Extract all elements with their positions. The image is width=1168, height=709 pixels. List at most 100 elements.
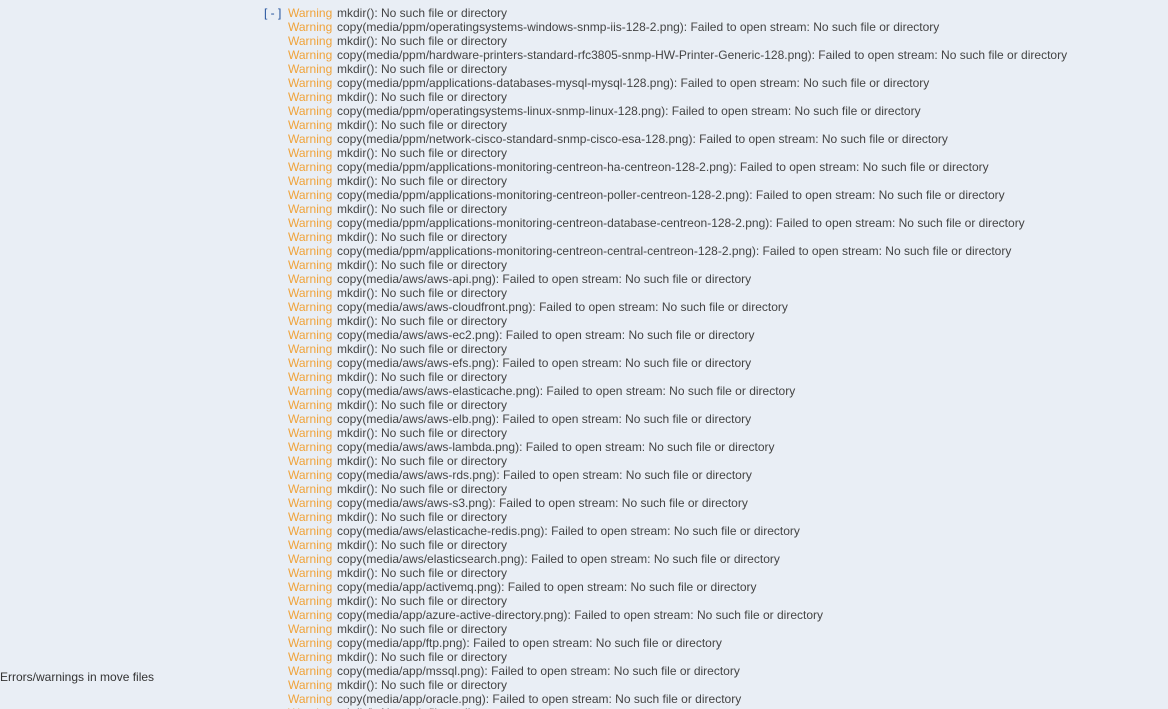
warning-line: Warning mkdir(): No such file or director… [288, 286, 1168, 300]
warning-message: mkdir(): No such file or directory [337, 622, 508, 636]
warning-line: Warning mkdir(): No such file or director… [288, 62, 1168, 76]
warning-level: Warning [288, 314, 333, 328]
warning-message: mkdir(): No such file or directory [337, 146, 508, 160]
warning-line: Warning copy(media/app/azure-active-direc… [288, 608, 1168, 622]
warning-line: Warning mkdir(): No such file or director… [288, 566, 1168, 580]
warning-level: Warning [288, 356, 333, 370]
warning-line: Warning copy(media/aws/aws-rds.png): Fail… [288, 468, 1168, 482]
warning-line: Warning mkdir(): No such file or director… [288, 314, 1168, 328]
warning-level: Warning [288, 132, 333, 146]
warning-line: Warning copy(media/aws/aws-efs.png): Fail… [288, 356, 1168, 370]
warning-level: Warning [288, 48, 333, 62]
warning-message: copy(media/app/activemq.png): Failed to … [337, 580, 757, 594]
warning-message: copy(media/ppm/operatingsystems-windows-… [337, 20, 940, 34]
warning-level: Warning [288, 258, 333, 272]
warning-line: Warning mkdir(): No such file or director… [288, 482, 1168, 496]
warning-level: Warning [288, 188, 333, 202]
warning-message: copy(media/aws/elasticsearch.png): Faile… [337, 552, 780, 566]
warning-level: Warning [288, 384, 333, 398]
warning-line: Warning copy(media/aws/aws-ec2.png): Fail… [288, 328, 1168, 342]
warning-message: copy(media/app/mssql.png): Failed to ope… [337, 664, 740, 678]
warning-level: Warning [288, 440, 333, 454]
warning-level: Warning [288, 664, 333, 678]
warning-message: copy(media/aws/aws-efs.png): Failed to o… [337, 356, 752, 370]
warning-message: copy(media/aws/aws-elasticache.png): Fai… [337, 384, 796, 398]
warning-message: mkdir(): No such file or directory [337, 650, 508, 664]
warning-level: Warning [288, 202, 333, 216]
warning-level: Warning [288, 510, 333, 524]
warning-line: Warning copy(media/aws/aws-cloudfront.png… [288, 300, 1168, 314]
warning-message: mkdir(): No such file or directory [337, 286, 508, 300]
warning-message: mkdir(): No such file or directory [337, 398, 508, 412]
warning-line: Warning copy(media/aws/aws-elasticache.pn… [288, 384, 1168, 398]
warning-message: mkdir(): No such file or directory [337, 258, 508, 272]
warning-level: Warning [288, 580, 333, 594]
warning-line: Warning copy(media/aws/aws-elb.png): Fail… [288, 412, 1168, 426]
warning-level: Warning [288, 286, 333, 300]
warning-level: Warning [288, 566, 333, 580]
warning-level: Warning [288, 328, 333, 342]
warning-level: Warning [288, 300, 333, 314]
warning-message: mkdir(): No such file or directory [337, 202, 508, 216]
warning-line: Warning mkdir(): No such file or director… [288, 650, 1168, 664]
warning-line: Warning mkdir(): No such file or director… [288, 454, 1168, 468]
warning-message: mkdir(): No such file or directory [337, 566, 508, 580]
warning-level: Warning [288, 650, 333, 664]
warning-level: Warning [288, 342, 333, 356]
warning-level: Warning [288, 20, 333, 34]
warning-message: mkdir(): No such file or directory [337, 594, 508, 608]
warning-line: Warning mkdir(): No such file or director… [288, 202, 1168, 216]
warning-line: Warning mkdir(): No such file or director… [288, 146, 1168, 160]
warning-message: copy(media/aws/aws-s3.png): Failed to op… [337, 496, 748, 510]
warning-message: mkdir(): No such file or directory [337, 230, 508, 244]
warning-message: mkdir(): No such file or directory [337, 678, 508, 692]
warning-message: copy(media/ppm/applications-monitoring-c… [337, 188, 1005, 202]
warning-line: Warning mkdir(): No such file or director… [288, 90, 1168, 104]
warning-level: Warning [288, 692, 333, 706]
warning-message: copy(media/ppm/applications-monitoring-c… [337, 244, 1012, 258]
warning-line: Warning mkdir(): No such file or director… [288, 34, 1168, 48]
warning-level: Warning [288, 454, 333, 468]
warning-level: Warning [288, 62, 333, 76]
warning-line: Warning copy(media/ppm/operatingsystems-l… [288, 104, 1168, 118]
warning-line: Warning copy(media/app/oracle.png): Faile… [288, 692, 1168, 706]
warning-message: mkdir(): No such file or directory [337, 454, 508, 468]
warning-level: Warning [288, 594, 333, 608]
warning-level: Warning [288, 370, 333, 384]
warning-level: Warning [288, 230, 333, 244]
collapse-toggle[interactable]: [ - ] [264, 6, 281, 20]
warning-message: mkdir(): No such file or directory [337, 118, 508, 132]
warning-level: Warning [288, 622, 333, 636]
warning-line: Warning copy(media/aws/aws-s3.png): Faile… [288, 496, 1168, 510]
warning-message: mkdir(): No such file or directory [337, 538, 508, 552]
warning-message: mkdir(): No such file or directory [337, 90, 508, 104]
warning-line: Warning copy(media/ppm/operatingsystems-w… [288, 20, 1168, 34]
warning-message: copy(media/aws/aws-elb.png): Failed to o… [337, 412, 752, 426]
warning-level: Warning [288, 34, 333, 48]
warning-line: Warning copy(media/aws/elasticache-redis.… [288, 524, 1168, 538]
warning-level: Warning [288, 678, 333, 692]
warning-message: mkdir(): No such file or directory [337, 482, 508, 496]
warning-message: mkdir(): No such file or directory [337, 174, 508, 188]
warning-message: copy(media/ppm/applications-monitoring-c… [337, 160, 989, 174]
warning-level: Warning [288, 104, 333, 118]
warning-message: mkdir(): No such file or directory [337, 510, 508, 524]
warning-message: mkdir(): No such file or directory [337, 62, 508, 76]
warning-level: Warning [288, 636, 333, 650]
warning-line: Warning mkdir(): No such file or director… [288, 594, 1168, 608]
warning-line: Warning mkdir(): No such file or director… [288, 230, 1168, 244]
warning-message: copy(media/ppm/operatingsystems-linux-sn… [337, 104, 921, 118]
warning-line: Warning mkdir(): No such file or director… [288, 678, 1168, 692]
warning-message: copy(media/ppm/applications-databases-my… [337, 76, 930, 90]
warning-level: Warning [288, 412, 333, 426]
warning-message: copy(media/aws/aws-lambda.png): Failed t… [337, 440, 775, 454]
warning-level: Warning [288, 272, 333, 286]
warning-message: copy(media/aws/elasticache-redis.png): F… [337, 524, 800, 538]
warning-message: mkdir(): No such file or directory [337, 34, 508, 48]
warning-line: Warning mkdir(): No such file or director… [288, 174, 1168, 188]
warning-line: Warning mkdir(): No such file or director… [288, 398, 1168, 412]
warning-message: mkdir(): No such file or directory [337, 342, 508, 356]
warning-message: mkdir(): No such file or directory [337, 370, 508, 384]
warnings-list: Warning mkdir(): No such file or director… [288, 6, 1168, 709]
warning-line: Warning copy(media/app/mssql.png): Failed… [288, 664, 1168, 678]
